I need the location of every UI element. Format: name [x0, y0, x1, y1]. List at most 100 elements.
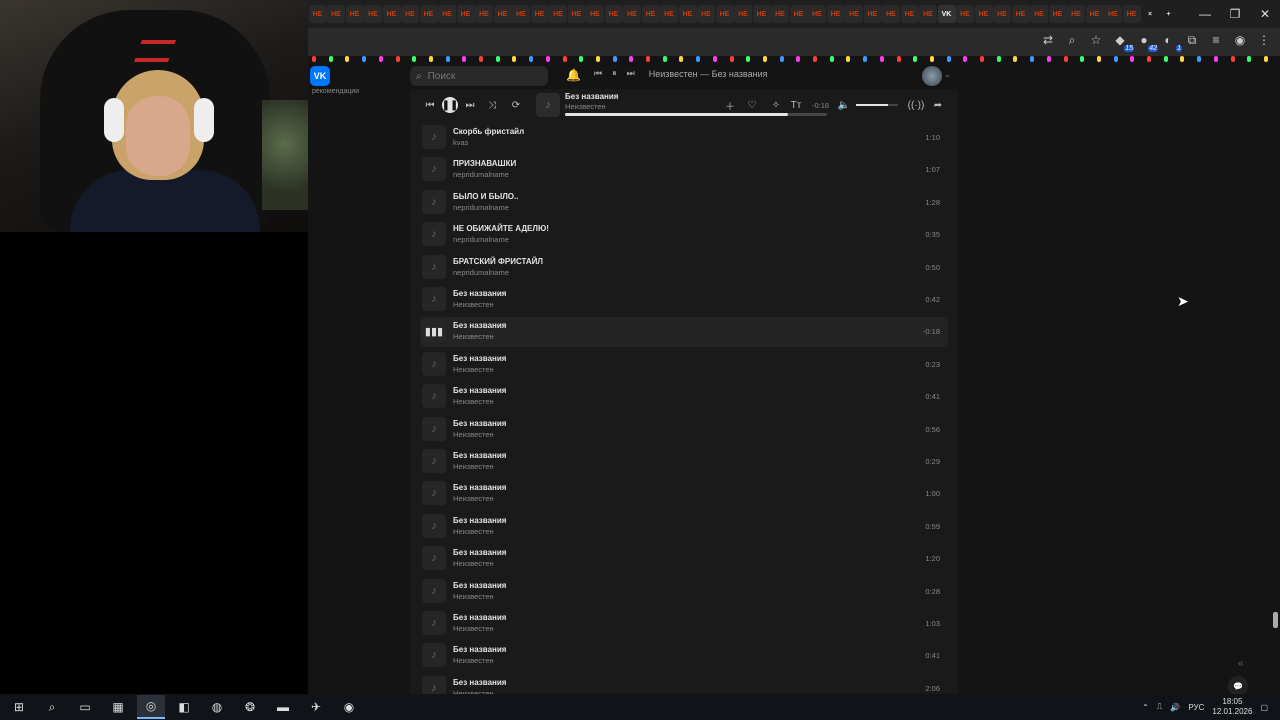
search-icon[interactable]: ⌕ — [38, 695, 66, 719]
browser-tab[interactable]: НЕ — [364, 5, 382, 23]
sparkle-icon[interactable]: ✧ — [768, 97, 784, 113]
pause-button[interactable]: ❚❚ — [442, 97, 458, 113]
steam-icon[interactable]: ◍ — [203, 695, 231, 719]
browser-tab[interactable]: НЕ — [845, 5, 863, 23]
browser-tab[interactable]: НЕ — [493, 5, 512, 23]
app-brain-icon[interactable]: ❂ — [236, 695, 264, 719]
avatar[interactable] — [922, 66, 942, 86]
music-note-icon[interactable]: ♪ — [422, 222, 446, 247]
dislike-icon[interactable]: ♡ — [744, 97, 760, 113]
browser-tab[interactable]: НЕ — [308, 5, 327, 23]
calculator-icon[interactable]: ▦ — [104, 695, 132, 719]
browser-tab[interactable]: НЕ — [900, 5, 919, 23]
progress-bar[interactable] — [565, 113, 827, 116]
music-note-icon[interactable]: ♪ — [422, 611, 446, 635]
repeat-icon[interactable]: ⟳ — [508, 97, 524, 113]
zoom-icon[interactable]: ⌕ — [1064, 32, 1080, 48]
chrome-icon[interactable]: ◎ — [137, 695, 165, 719]
track-row[interactable]: ♪ Без названия Неизвестен 0:29 — [420, 447, 948, 477]
browser-tab[interactable]: НЕ — [1030, 5, 1048, 23]
task-view-icon[interactable]: ▭ — [71, 695, 99, 719]
browser-tab[interactable]: НЕ — [826, 5, 845, 23]
mini-prev-icon[interactable]: ⏮ — [594, 68, 602, 79]
music-note-icon[interactable]: ♪ — [422, 643, 446, 668]
clock[interactable]: 18:05 12.01.2026 — [1212, 697, 1252, 717]
language-indicator[interactable]: РУС — [1188, 703, 1204, 712]
music-note-icon[interactable]: ♪ — [422, 578, 446, 603]
track-row[interactable]: ♪ НЕ ОБИЖАЙТЕ АДЕЛЮ! nepridumalname 0:35 — [420, 220, 948, 250]
music-note-icon[interactable]: ♪ — [422, 449, 446, 473]
restore-button[interactable]: ❐ — [1220, 0, 1250, 28]
vk-logo[interactable]: VK — [310, 66, 330, 86]
search-input[interactable] — [427, 70, 528, 82]
browser-tab[interactable]: НЕ — [882, 5, 900, 23]
now-playing-artist[interactable]: Неизвестен — [565, 102, 606, 111]
chat-icon[interactable]: 💬 — [1228, 676, 1248, 696]
track-row[interactable]: ♪ Без названия Неизвестен 0:56 — [420, 415, 948, 445]
music-note-icon[interactable]: ♪ — [422, 125, 446, 149]
browser-tab[interactable]: НЕ — [641, 5, 660, 23]
windows-start-icon[interactable]: ⊞ — [5, 695, 33, 719]
browser-tab[interactable]: НЕ — [1067, 5, 1085, 23]
extensions-puzzle-icon[interactable]: ⧉ — [1184, 32, 1200, 48]
close-tab-icon[interactable]: × — [1141, 5, 1159, 23]
track-row[interactable]: ♪ Без названия Неизвестен 1:20 — [420, 544, 948, 574]
extension-icon-3[interactable]: ◐ 1 — [1160, 32, 1182, 52]
bookmark-star-icon[interactable]: ☆ — [1088, 32, 1104, 48]
browser-tab[interactable]: НЕ — [660, 5, 678, 23]
broadcast-icon[interactable]: ((·)) — [908, 97, 925, 113]
chevron-up-icon[interactable]: ⌃ — [1142, 703, 1149, 712]
track-row[interactable]: ♪ Без названия Неизвестен 0:41 — [420, 641, 948, 671]
track-row[interactable]: ♪ ПРИЗНАВАШКИ nepridumalname 1:07 — [420, 155, 948, 185]
search-box[interactable]: ⌕ — [410, 66, 548, 86]
track-row[interactable]: ♪ Скорбь фристайл kvas 1:10 — [420, 123, 948, 153]
share-icon[interactable]: ➦ — [930, 97, 946, 113]
track-artist[interactable]: Неизвестен — [453, 397, 494, 406]
speaker-icon[interactable]: 🔊 — [1170, 703, 1180, 712]
browser-tab[interactable]: НЕ — [715, 5, 734, 23]
new-tab-button[interactable]: + — [1160, 5, 1178, 23]
browser-tab[interactable]: НЕ — [327, 5, 345, 23]
track-row[interactable]: ♪ Без названия Неизвестен 0:23 — [420, 350, 948, 380]
track-row[interactable]: ♪ Без названия Неизвестен 0:42 — [420, 285, 948, 315]
track-artist[interactable]: nepridumalname — [453, 203, 509, 212]
track-artist[interactable]: nepridumalname — [453, 268, 509, 277]
volume-slider[interactable] — [856, 104, 898, 106]
mini-player-title[interactable]: Неизвестен — Без названия — [649, 69, 768, 79]
music-note-icon[interactable]: ♪ — [422, 416, 446, 441]
browser-tab[interactable]: НЕ — [586, 5, 604, 23]
playing-bars-icon[interactable]: ▮▮▮ — [422, 319, 446, 344]
track-row[interactable]: ♪ Без названия Неизвестен 0:28 — [420, 577, 948, 607]
track-artist[interactable]: Неизвестен — [453, 559, 494, 568]
track-artist[interactable]: Неизвестен — [453, 656, 494, 665]
browser-tab[interactable]: НЕ — [678, 5, 697, 23]
track-artist[interactable]: kvas — [453, 138, 468, 147]
track-row[interactable]: ♪ Без названия Неизвестен 1:00 — [420, 479, 948, 509]
folder-icon[interactable]: ▬ — [269, 695, 297, 719]
app-m-icon[interactable]: ◧ — [170, 695, 198, 719]
next-icon[interactable]: ⏭ — [462, 97, 478, 113]
browser-tab[interactable]: НЕ — [345, 5, 364, 23]
track-row[interactable]: ♪ БЫЛО И БЫЛО.. nepridumalname 1:28 — [420, 188, 948, 218]
browser-tab[interactable]: НЕ — [956, 5, 974, 23]
browser-tab[interactable]: НЕ — [734, 5, 752, 23]
telegram-icon[interactable]: ✈ — [302, 695, 330, 719]
mini-next-icon[interactable]: ⏭ — [627, 68, 635, 79]
browser-tab[interactable]: НЕ — [993, 5, 1011, 23]
music-note-icon[interactable]: ♪ — [422, 157, 446, 182]
previous-icon[interactable]: ⏮ — [422, 97, 438, 113]
music-note-icon[interactable]: ♪ — [422, 546, 446, 571]
track-row[interactable]: ♪ Без названия Неизвестен 1:03 — [420, 609, 948, 639]
browser-tab[interactable]: НЕ — [438, 5, 456, 23]
browser-tab[interactable]: НЕ — [567, 5, 586, 23]
bell-icon[interactable]: 🔔 — [566, 68, 581, 82]
volume-icon[interactable]: 🔈 — [836, 97, 852, 113]
collapse-icon[interactable]: « — [1238, 658, 1244, 669]
notification-icon[interactable]: ▢ — [1260, 703, 1268, 712]
extension-icon-2[interactable]: ● 42 — [1136, 32, 1158, 52]
browser-tab[interactable]: НЕ — [512, 5, 530, 23]
browser-tab[interactable]: НЕ — [1122, 5, 1141, 23]
music-note-icon[interactable]: ♪ — [422, 189, 446, 214]
browser-tab[interactable]: НЕ — [697, 5, 715, 23]
browser-tab[interactable]: НЕ — [549, 5, 567, 23]
